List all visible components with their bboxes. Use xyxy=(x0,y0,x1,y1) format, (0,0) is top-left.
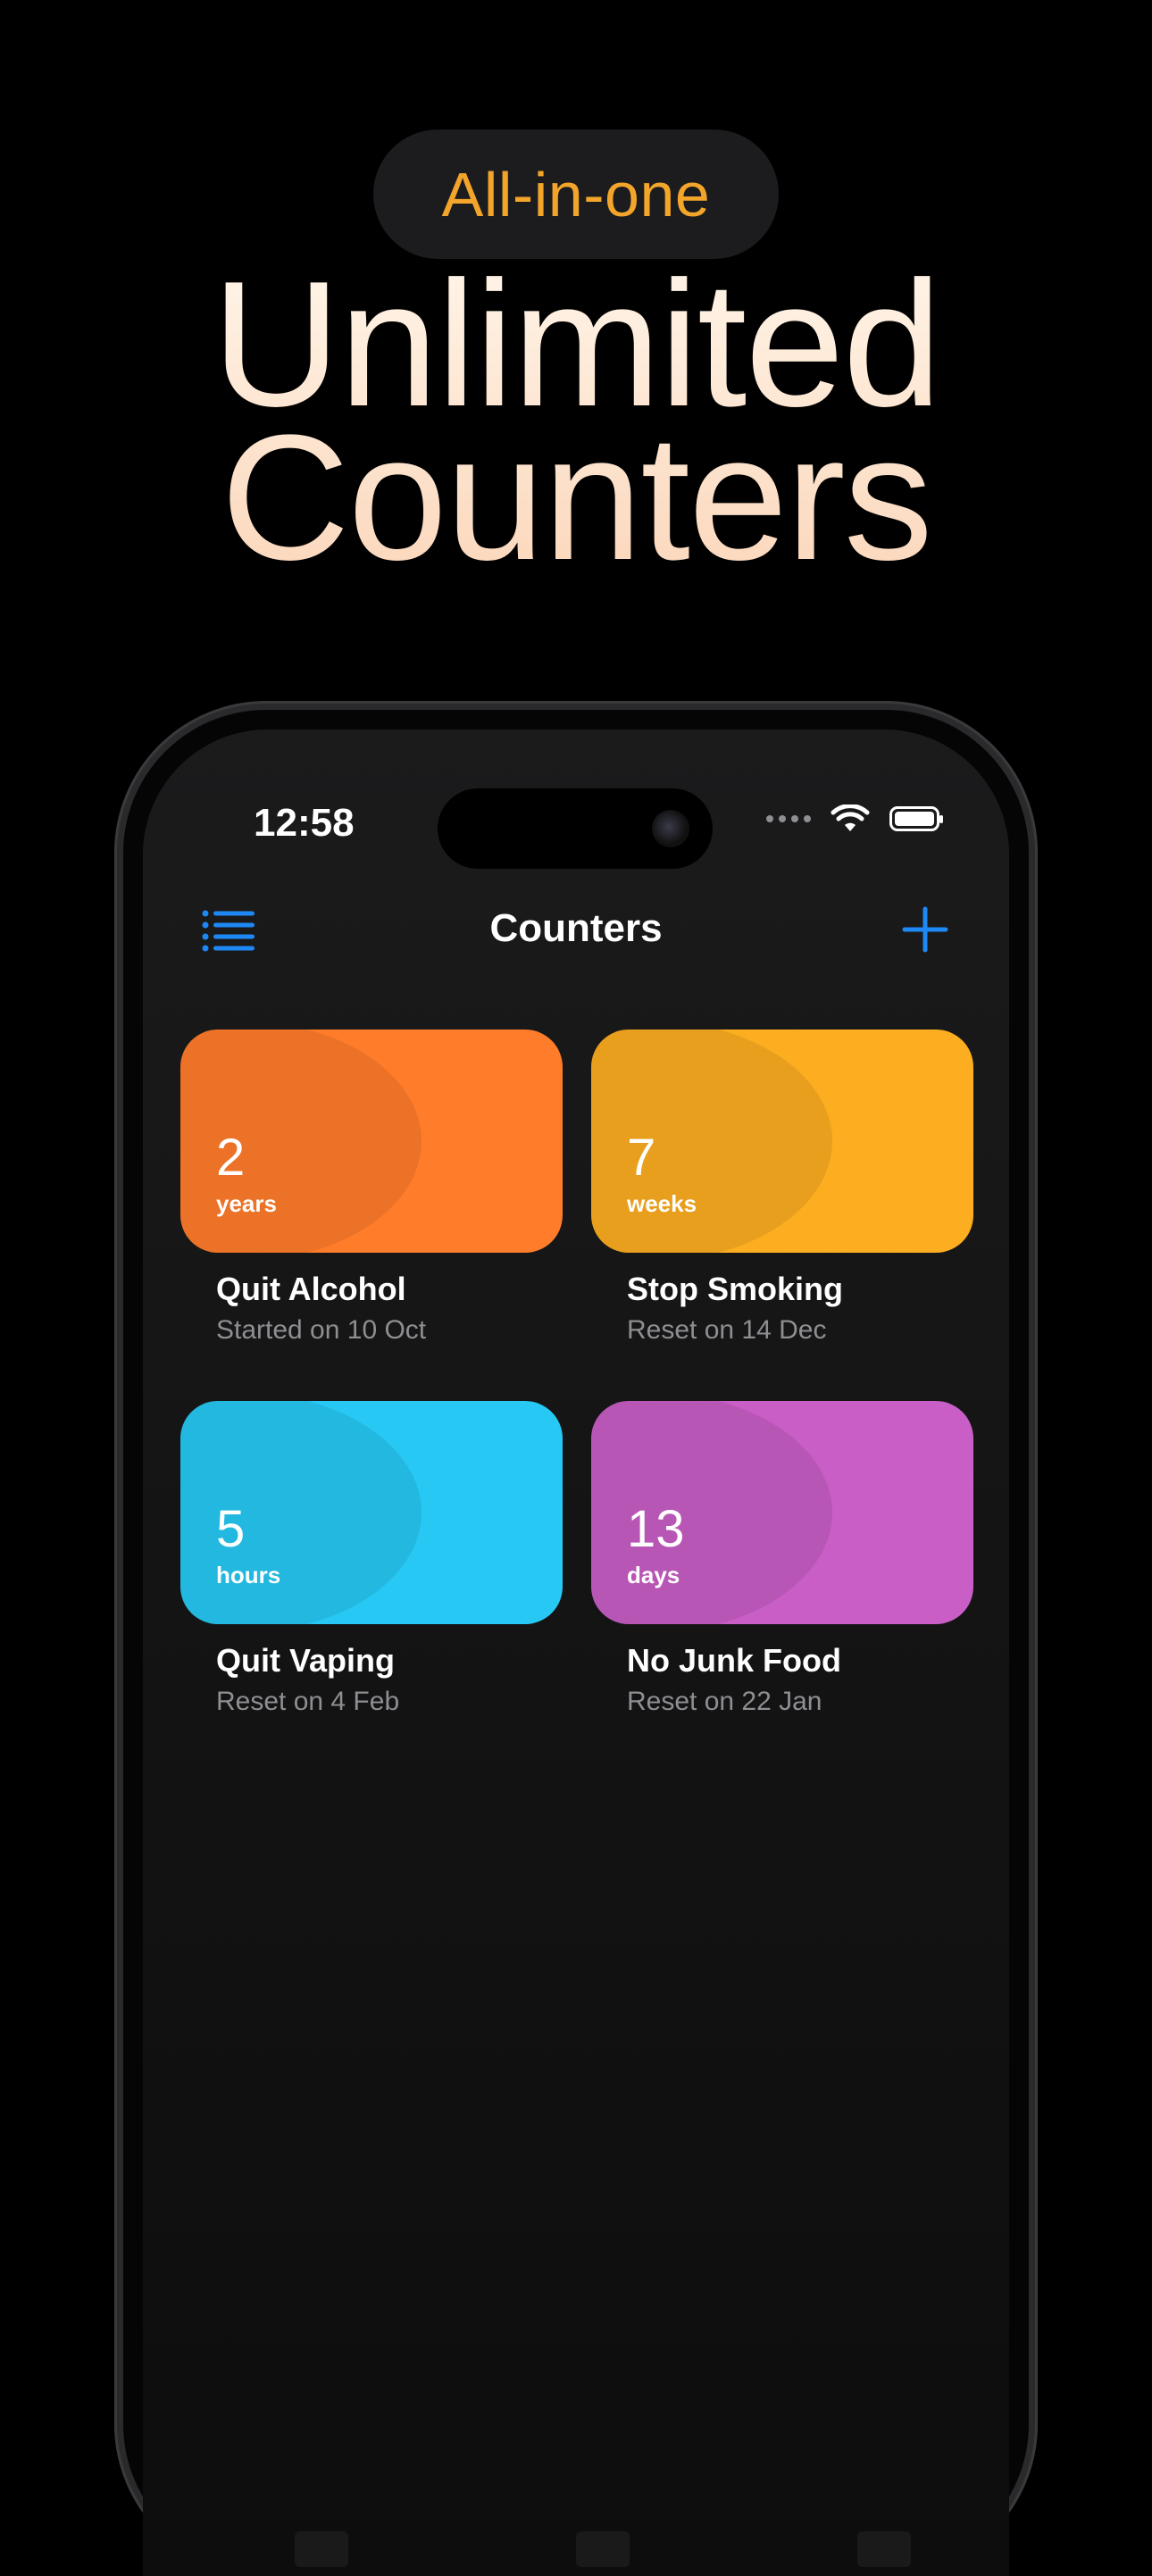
tab-bar xyxy=(143,2496,1009,2576)
counter-unit: years xyxy=(216,1190,277,1217)
headline-line-2: Counters xyxy=(221,398,931,597)
counter-subtitle: Started on 10 Oct xyxy=(216,1315,427,1345)
status-time: 12:58 xyxy=(254,801,355,845)
counter-card[interactable]: 5 hours xyxy=(180,1401,563,1624)
phone-screen: 12:58 Counters 2 years Quit Alcohol Star… xyxy=(143,729,1009,2576)
counter-subtitle: Reset on 14 Dec xyxy=(627,1315,827,1345)
camera-icon xyxy=(652,810,689,847)
counter-title: Quit Vaping xyxy=(216,1642,396,1679)
plus-icon[interactable] xyxy=(902,906,948,953)
tab-calendar-icon[interactable] xyxy=(576,2531,630,2567)
tab-list-icon[interactable] xyxy=(295,2531,348,2567)
signal-icon xyxy=(766,815,811,822)
battery-icon xyxy=(889,806,943,831)
wifi-icon xyxy=(831,804,870,831)
counter-unit: weeks xyxy=(627,1190,697,1217)
counter-card[interactable]: 2 years xyxy=(180,1030,563,1253)
all-in-one-badge: All-in-one xyxy=(373,129,779,259)
page-title: Counters xyxy=(489,906,663,950)
counter-title: No Junk Food xyxy=(627,1642,841,1679)
counter-card[interactable]: 7 weeks xyxy=(591,1030,973,1253)
counter-card[interactable]: 13 days xyxy=(591,1401,973,1624)
phone-frame: 12:58 Counters 2 years Quit Alcohol Star… xyxy=(114,701,1038,2576)
counter-subtitle: Reset on 22 Jan xyxy=(627,1687,822,1716)
counter-unit: days xyxy=(627,1562,680,1588)
counter-value: 7 xyxy=(627,1129,656,1187)
tab-settings-icon[interactable] xyxy=(857,2531,911,2567)
dynamic-island xyxy=(438,788,713,869)
counter-subtitle: Reset on 4 Feb xyxy=(216,1687,400,1716)
counter-title: Stop Smoking xyxy=(627,1271,843,1307)
counter-value: 2 xyxy=(216,1129,246,1187)
counter-unit: hours xyxy=(216,1562,281,1588)
badge-label: All-in-one xyxy=(441,159,711,229)
counter-value: 5 xyxy=(216,1500,246,1558)
counter-title: Quit Alcohol xyxy=(216,1271,406,1307)
nav-bar: Counters xyxy=(143,890,1009,980)
status-indicators xyxy=(766,804,943,833)
headline: Unlimited Counters xyxy=(0,268,1152,575)
counter-value: 13 xyxy=(627,1500,685,1558)
